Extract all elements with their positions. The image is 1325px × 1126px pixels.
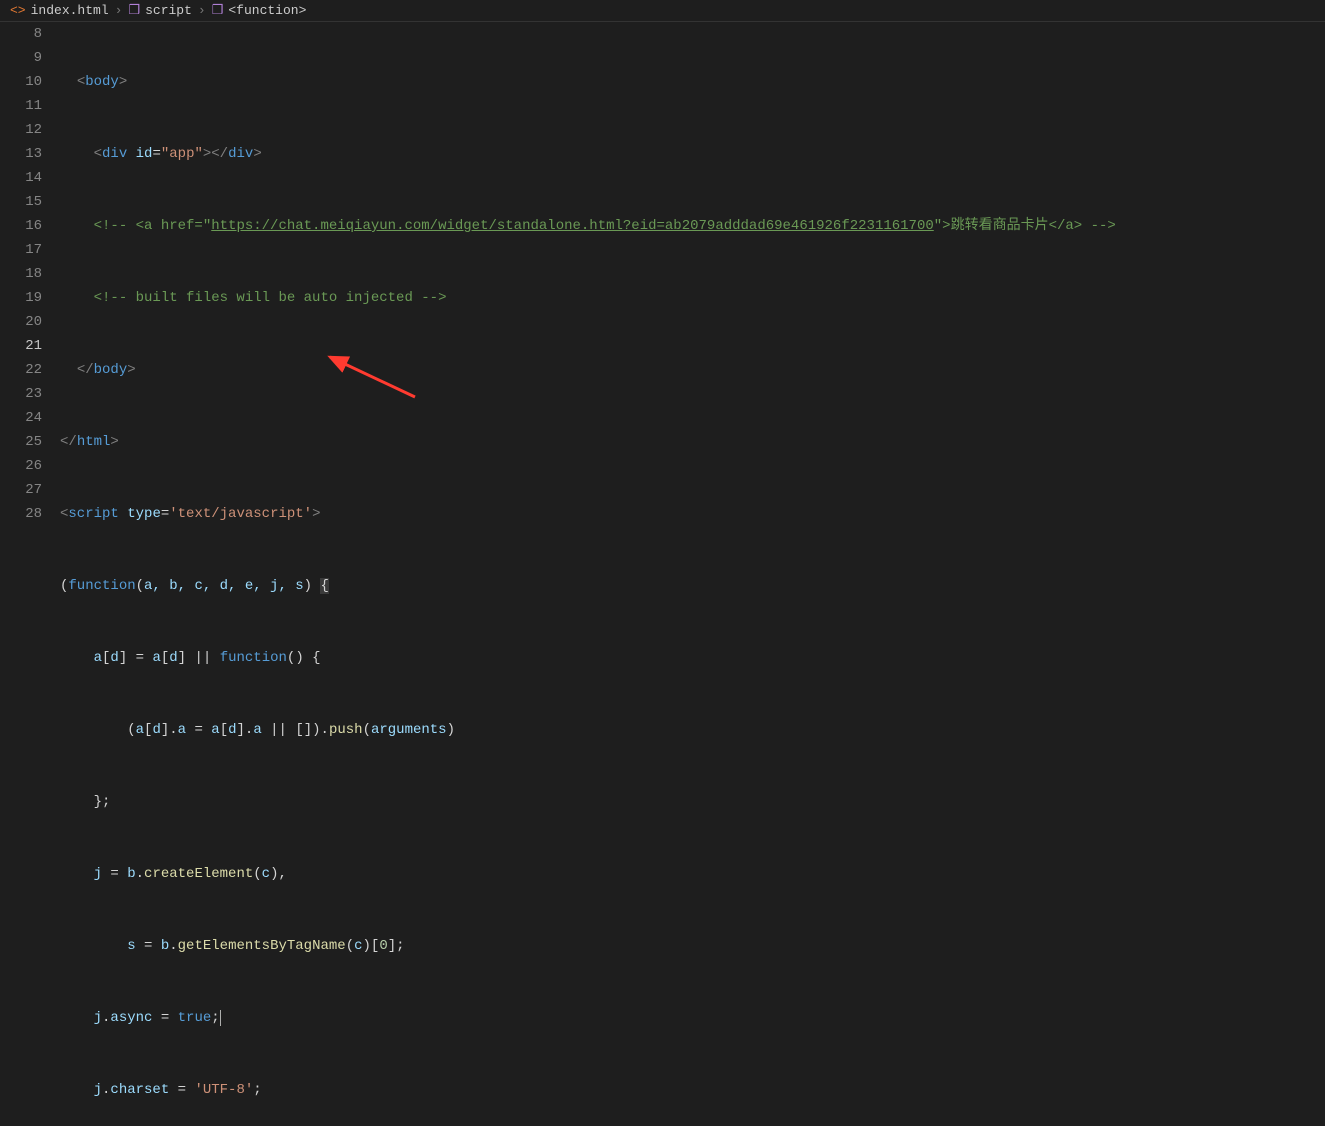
chevron-right-icon: › (115, 3, 123, 18)
line-number[interactable]: 25 (0, 430, 42, 454)
code-line[interactable]: (function(a, b, c, d, e, j, s) { (60, 574, 1325, 598)
line-number[interactable]: 26 (0, 454, 42, 478)
code-line[interactable]: (a[d].a = a[d].a || []).push(arguments) (60, 718, 1325, 742)
code-line[interactable]: <div id="app"></div> (60, 142, 1325, 166)
breadcrumb[interactable]: <> index.html › ❒ script › ❒ <function> (0, 0, 1325, 22)
code-editor[interactable]: 8 9 10 11 12 13 14 15 16 17 18 19 20 21 … (0, 22, 1325, 563)
line-number[interactable]: 24 (0, 406, 42, 430)
line-number-gutter[interactable]: 8 9 10 11 12 13 14 15 16 17 18 19 20 21 … (0, 22, 60, 563)
line-number[interactable]: 10 (0, 70, 42, 94)
code-line[interactable]: s = b.getElementsByTagName(c)[0]; (60, 934, 1325, 958)
code-line[interactable]: j.charset = 'UTF-8'; (60, 1078, 1325, 1102)
code-line[interactable]: <script type='text/javascript'> (60, 502, 1325, 526)
breadcrumb-file[interactable]: index.html (31, 3, 109, 18)
code-line[interactable]: a[d] = a[d] || function() { (60, 646, 1325, 670)
line-number[interactable]: 18 (0, 262, 42, 286)
line-number[interactable]: 20 (0, 310, 42, 334)
line-number[interactable]: 13 (0, 142, 42, 166)
line-number[interactable]: 22 (0, 358, 42, 382)
code-line[interactable]: <!-- <a href="https://chat.meiqiayun.com… (60, 214, 1325, 238)
line-number[interactable]: 14 (0, 166, 42, 190)
code-line[interactable]: <body> (60, 70, 1325, 94)
code-line[interactable]: }; (60, 790, 1325, 814)
cube-icon: ❒ (128, 3, 140, 18)
code-line[interactable]: j.async = true; (60, 1006, 1325, 1030)
line-number[interactable]: 17 (0, 238, 42, 262)
code-area[interactable]: <body> <div id="app"></div> <!-- <a href… (60, 22, 1325, 563)
line-number[interactable]: 16 (0, 214, 42, 238)
code-line[interactable]: </html> (60, 430, 1325, 454)
file-icon: <> (10, 3, 26, 18)
cube-icon: ❒ (212, 3, 224, 18)
line-number[interactable]: 21 (0, 334, 42, 358)
breadcrumb-symbol[interactable]: <function> (228, 3, 306, 18)
breadcrumb-symbol[interactable]: script (145, 3, 192, 18)
line-number[interactable]: 23 (0, 382, 42, 406)
line-number[interactable]: 11 (0, 94, 42, 118)
line-number[interactable]: 27 (0, 478, 42, 502)
code-line[interactable]: <!-- built files will be auto injected -… (60, 286, 1325, 310)
chevron-right-icon: › (198, 3, 206, 18)
line-number[interactable]: 19 (0, 286, 42, 310)
line-number[interactable]: 28 (0, 502, 42, 526)
line-number[interactable]: 8 (0, 22, 42, 46)
line-number[interactable]: 12 (0, 118, 42, 142)
line-number[interactable]: 15 (0, 190, 42, 214)
code-line[interactable]: </body> (60, 358, 1325, 382)
line-number[interactable]: 9 (0, 46, 42, 70)
code-line[interactable]: j = b.createElement(c), (60, 862, 1325, 886)
